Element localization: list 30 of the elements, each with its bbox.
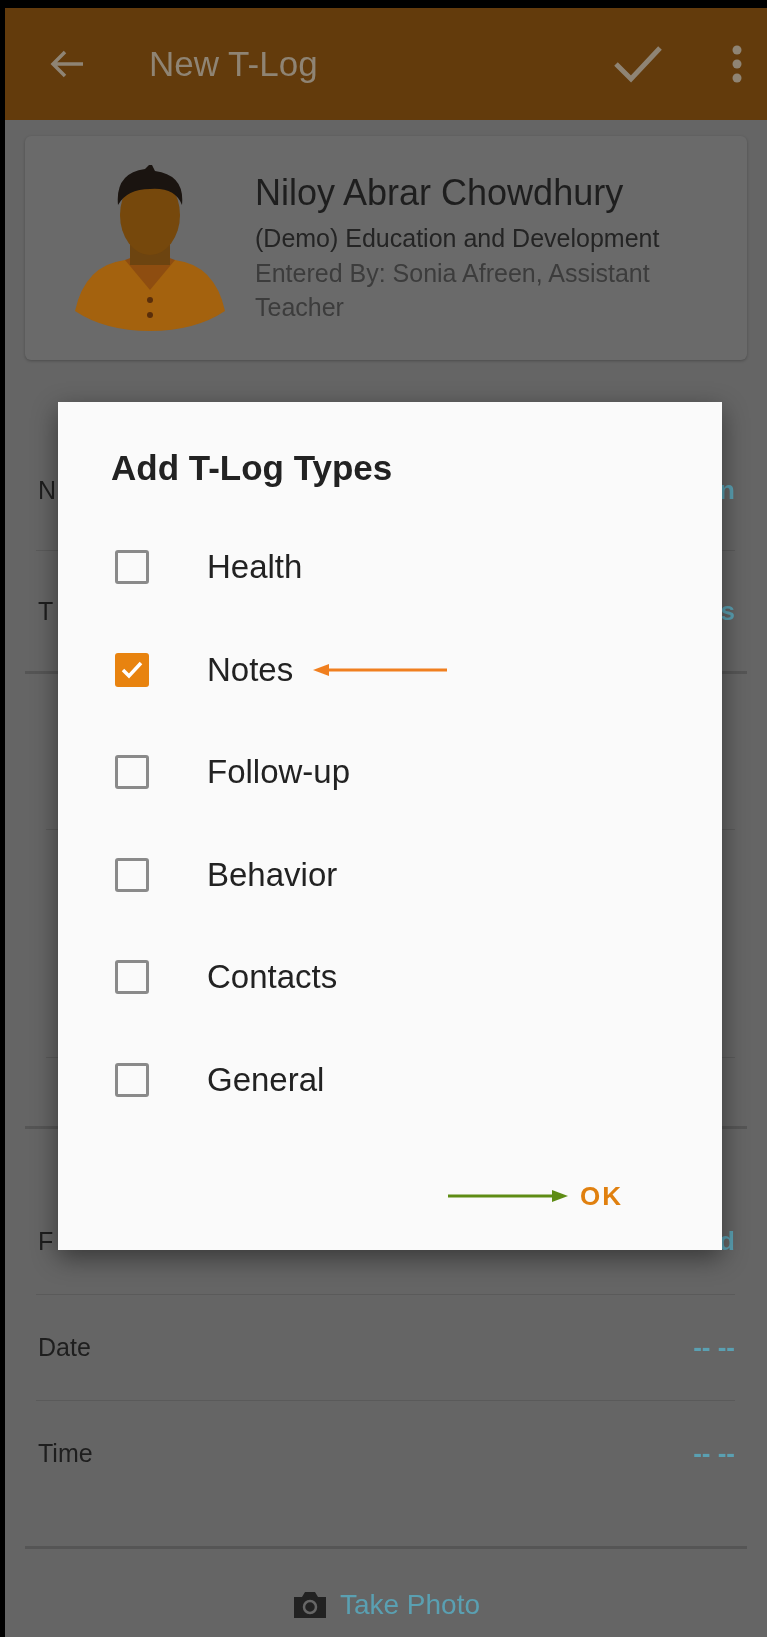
- option-label[interactable]: Behavior: [207, 855, 338, 894]
- checkbox[interactable]: [115, 652, 149, 687]
- checkbox[interactable]: [115, 550, 149, 585]
- checkbox[interactable]: [115, 857, 149, 892]
- ok-button[interactable]: OK: [576, 1174, 627, 1218]
- option-label[interactable]: Health: [207, 548, 303, 587]
- field-label: N: [38, 475, 57, 505]
- dialog-title: Add T-Log Types: [111, 448, 394, 488]
- option-label[interactable]: Notes: [207, 650, 294, 689]
- option-label[interactable]: General: [207, 1060, 325, 1099]
- field-value[interactable]: s: [720, 595, 735, 627]
- screen-title: New T-Log: [149, 44, 319, 84]
- field-label: Time: [38, 1439, 93, 1468]
- checkbox[interactable]: [115, 755, 149, 790]
- field-value[interactable]: -- --: [693, 1332, 735, 1363]
- option-label[interactable]: Follow-up: [207, 753, 351, 792]
- option-label[interactable]: Contacts: [207, 958, 338, 997]
- checkmark-icon: [120, 659, 144, 680]
- take-photo-button[interactable]: Take Photo: [291, 1589, 481, 1621]
- student-name: Niloy Abrar Chowdhury: [255, 171, 625, 214]
- field-label: F: [38, 1227, 54, 1256]
- checkbox[interactable]: [115, 960, 149, 995]
- field-label: Date: [38, 1333, 91, 1362]
- field-label: T: [38, 596, 54, 626]
- camera-icon: [291, 1590, 328, 1620]
- organization-name: (Demo) Education and Development: [255, 223, 661, 253]
- avatar-icon: [75, 165, 225, 331]
- right-arrow-icon: [448, 1189, 568, 1203]
- field-value[interactable]: -- --: [693, 1438, 735, 1469]
- checkbox[interactable]: [115, 1062, 149, 1097]
